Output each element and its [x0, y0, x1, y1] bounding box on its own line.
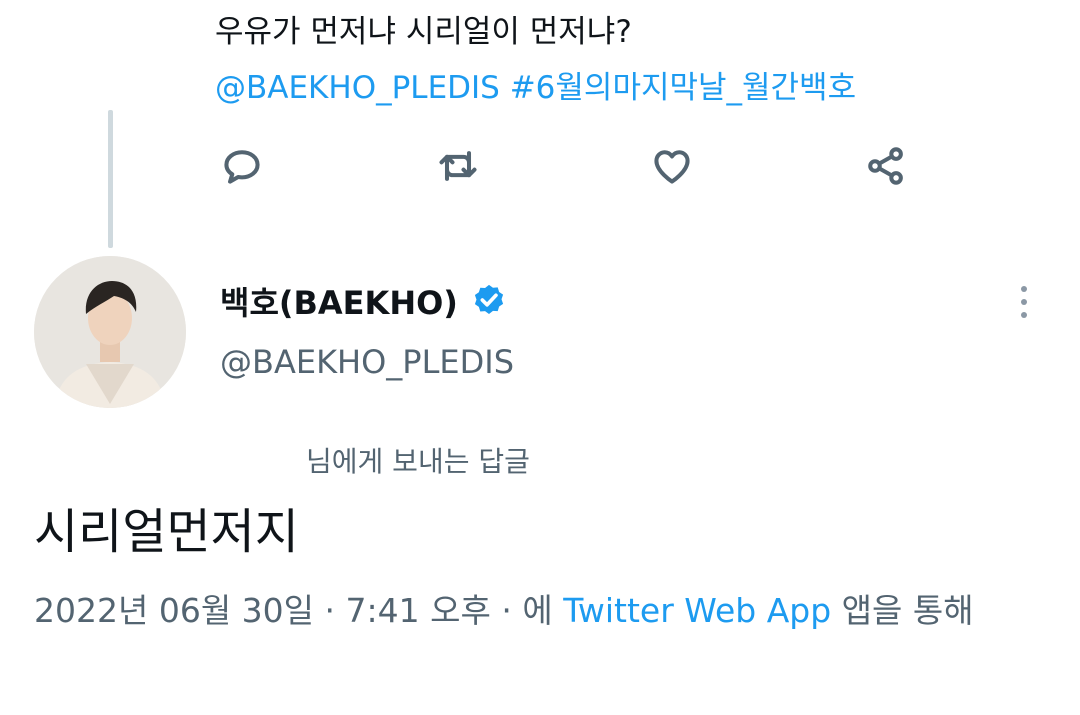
avatar[interactable]: [34, 256, 186, 408]
reply-icon: [224, 150, 260, 184]
retweet-button[interactable]: [428, 136, 488, 196]
tweet-time[interactable]: 7:41 오후: [346, 591, 491, 630]
separator-dot: ·: [490, 591, 523, 630]
previous-tweet-text: 우유가 먼저냐 시리얼이 먼저냐?: [215, 14, 632, 50]
source-app-link[interactable]: Twitter Web App: [563, 591, 831, 630]
tweet-text: 시리얼먼저지: [34, 504, 299, 560]
display-name[interactable]: 백호(BAEKHO): [220, 278, 508, 324]
like-icon: [654, 150, 690, 184]
display-name-text: 백호(BAEKHO): [220, 284, 458, 322]
share-button[interactable]: [856, 136, 916, 196]
more-dot-icon: [1021, 299, 1027, 305]
more-options-button[interactable]: [1004, 280, 1044, 324]
profile-photo: [34, 256, 186, 408]
separator-dot: ·: [314, 591, 346, 630]
more-dot-icon: [1021, 286, 1027, 292]
replying-to-label: 님에게 보내는 답글: [306, 445, 530, 478]
tweet-metadata: 2022년 06월 30일 · 7:41 오후 · 에 Twitter Web …: [34, 585, 1044, 637]
user-handle[interactable]: @BAEKHO_PLEDIS: [220, 343, 514, 381]
thread-connector-line: [108, 110, 113, 248]
previous-tweet-links: @BAEKHO_PLEDIS #6월의마지막날_월간백호: [215, 62, 856, 107]
verified-badge-icon: [474, 284, 504, 314]
like-button[interactable]: [642, 136, 702, 196]
tweet-date[interactable]: 2022년 06월 30일: [34, 591, 314, 630]
via-prefix: 에: [522, 591, 564, 630]
via-suffix: 앱을 통해: [831, 591, 974, 630]
reply-button[interactable]: [212, 136, 272, 196]
retweet-icon: [439, 151, 477, 181]
more-dot-icon: [1021, 312, 1027, 318]
mention-link[interactable]: @BAEKHO_PLEDIS: [215, 70, 500, 106]
share-icon: [868, 147, 903, 185]
hashtag-link[interactable]: #6월의마지막날_월간백호: [510, 70, 856, 106]
